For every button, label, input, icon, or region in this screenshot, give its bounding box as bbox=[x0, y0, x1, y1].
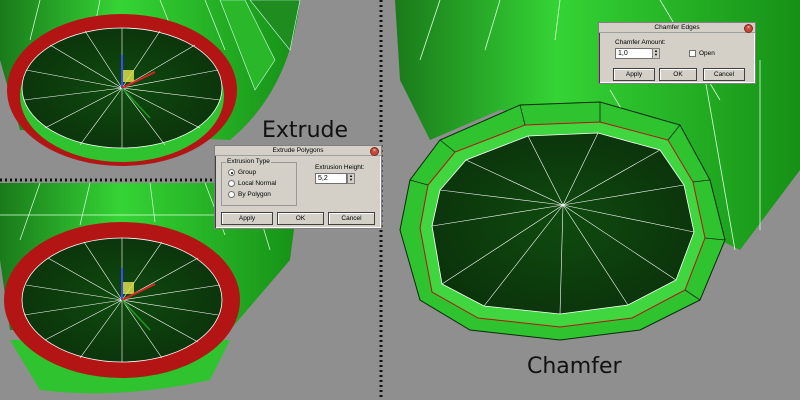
checkbox-icon bbox=[689, 50, 696, 57]
spinner-icon[interactable]: ▲ ▼ bbox=[347, 173, 355, 184]
apply-button[interactable]: Apply bbox=[221, 212, 273, 225]
viewport-top-left[interactable] bbox=[0, 0, 301, 166]
extrusion-type-group: Extrusion Type Group Local Normal By Pol… bbox=[221, 158, 297, 206]
ok-button[interactable]: OK bbox=[277, 212, 324, 225]
cancel-button[interactable]: Cancel bbox=[703, 68, 745, 81]
caption-chamfer: Chamfer bbox=[527, 354, 622, 379]
ok-button[interactable]: OK bbox=[659, 68, 697, 81]
radio-group[interactable]: Group bbox=[228, 169, 256, 176]
radio-label: Group bbox=[238, 169, 257, 176]
chamfer-amount-label: Chamfer Amount: bbox=[615, 39, 666, 46]
extrude-polygons-dialog: Extrude Polygons × Extrusion Type Group … bbox=[214, 145, 382, 229]
extrusion-height-input[interactable]: 5,2 bbox=[315, 173, 347, 184]
apply-button[interactable]: Apply bbox=[613, 68, 655, 81]
radio-label: By Polygon bbox=[238, 191, 271, 198]
dialog-title-bar[interactable]: Chamfer Edges × bbox=[599, 23, 755, 33]
extrusion-type-label: Extrusion Type bbox=[226, 158, 271, 165]
radio-icon bbox=[228, 180, 235, 187]
extrusion-height-label: Extrusion Height: bbox=[315, 164, 365, 171]
dialog-title: Chamfer Edges bbox=[654, 24, 700, 31]
radio-label: Local Normal bbox=[238, 180, 277, 187]
chamfer-amount-input[interactable]: 1,0 bbox=[615, 48, 653, 59]
cancel-button[interactable]: Cancel bbox=[328, 212, 375, 225]
open-label: Open bbox=[699, 50, 715, 57]
close-icon[interactable]: × bbox=[744, 24, 753, 33]
close-icon[interactable]: × bbox=[370, 147, 379, 156]
radio-by-polygon[interactable]: By Polygon bbox=[228, 191, 271, 198]
dialog-title: Extrude Polygons bbox=[272, 147, 324, 154]
caption-extrude: Extrude bbox=[262, 118, 349, 143]
radio-icon bbox=[228, 191, 235, 198]
radio-selected-icon bbox=[228, 169, 235, 176]
dialog-title-bar[interactable]: Extrude Polygons × bbox=[215, 146, 381, 156]
spinner-icon[interactable]: ▲ ▼ bbox=[652, 48, 660, 59]
chamfer-edges-dialog: Chamfer Edges × Chamfer Amount: 1,0 ▲ ▼ O… bbox=[598, 22, 756, 84]
open-checkbox[interactable]: Open bbox=[689, 50, 715, 57]
radio-local-normal[interactable]: Local Normal bbox=[228, 180, 276, 187]
